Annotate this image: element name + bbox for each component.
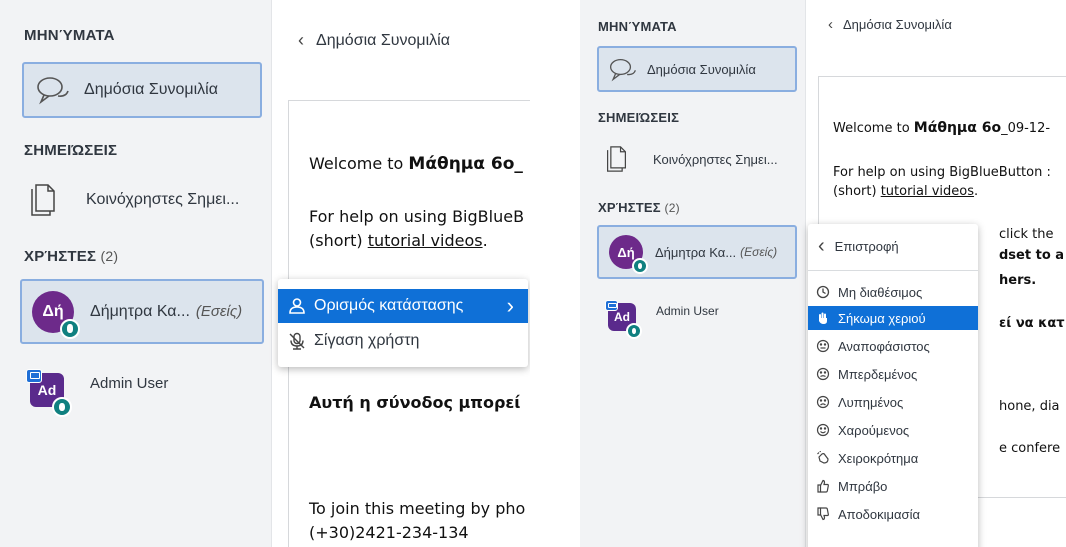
- status-undecided[interactable]: Αναποφάσιστος: [808, 334, 978, 358]
- left-chat-area: ‹ Δημόσια Συνομιλία Welcome to Μάθημα 6ο…: [272, 0, 530, 547]
- message-fragment: εί να κατ: [999, 316, 1065, 331]
- users-count: (2): [664, 201, 680, 215]
- chat-header-title: Δημόσια Συνομιλία: [843, 17, 952, 32]
- chevron-left-icon: ‹: [298, 30, 304, 50]
- thumbs-up-icon: [817, 479, 829, 493]
- status-away[interactable]: Μη διαθέσιμος: [808, 280, 978, 304]
- clapping-hands-icon: [817, 451, 829, 464]
- status-confused[interactable]: Μπερδεμένος: [808, 362, 978, 386]
- phone-message: To join this meeting by pho (+30)2421-23…: [309, 499, 526, 542]
- avatar: Δή: [609, 235, 648, 274]
- right-screenshot: ΜΗΝΎΜΑΤΑ Δημόσια Συνομιλία ΣΗΜΕΙΏΣΕΙΣ Κο…: [580, 0, 1066, 547]
- chevron-left-icon: ‹: [818, 234, 825, 257]
- back-label: Επιστροφή: [834, 238, 899, 254]
- tutorial-videos-link[interactable]: tutorial videos: [368, 231, 483, 250]
- user-item-self[interactable]: Δή Δήμητρα Κα... (Εσείς): [597, 225, 797, 279]
- set-status-label: Ορισμός κατάστασης: [314, 297, 464, 314]
- users-title: ΧΡΉΣΤΕΣ (2): [24, 248, 119, 265]
- user-item-admin[interactable]: Ad Admin User: [26, 360, 260, 420]
- status-raise-hand[interactable]: Σήκωμα χεριού: [808, 306, 978, 330]
- notes-title: ΣΗΜΕΙΏΣΕΙΣ: [598, 110, 680, 125]
- neutral-face-icon: [816, 339, 830, 353]
- chat-header-title: Δημόσια Συνομιλία: [316, 31, 450, 49]
- tutorial-videos-link[interactable]: tutorial videos: [881, 184, 974, 199]
- right-sidebar: ΜΗΝΎΜΑΤΑ Δημόσια Συνομιλία ΣΗΜΕΙΏΣΕΙΣ Κο…: [580, 0, 806, 547]
- user-name: Admin User: [656, 304, 719, 318]
- users-title: ΧΡΉΣΤΕΣ (2): [598, 200, 680, 215]
- you-label: (Εσείς): [740, 245, 778, 259]
- message-fragment: e confere: [999, 441, 1061, 456]
- message-fragment: dset to a: [999, 248, 1065, 263]
- welcome-message: Welcome to Μάθημα 6ο_09-12-: [833, 120, 1051, 136]
- sad-face-icon: [816, 395, 830, 409]
- status-happy[interactable]: Χαρούμενος: [808, 418, 978, 442]
- chat-icon: [609, 58, 636, 81]
- shared-notes-label: Κοινόχρηστες Σημει...: [653, 151, 778, 167]
- message-fragment: click the: [999, 227, 1054, 242]
- public-chat-item[interactable]: Δημόσια Συνομιλία: [597, 46, 797, 92]
- chevron-right-icon: ›: [506, 293, 514, 318]
- avatar: Δή: [32, 290, 80, 339]
- users-count: (2): [100, 248, 119, 264]
- help-message: For help on using BigBlueButton : (short…: [833, 165, 1051, 199]
- status-applause[interactable]: Χειροκρότημα: [808, 446, 978, 470]
- messages-title: ΜΗΝΎΜΑΤΑ: [598, 19, 677, 34]
- microphone-icon: [52, 397, 72, 417]
- shared-notes-label: Κοινόχρηστες Σημει...: [86, 191, 240, 208]
- shared-notes-item[interactable]: Κοινόχρηστες Σημει...: [30, 177, 265, 223]
- user-action-menu: Ορισμός κατάστασης › Σίγαση χρήστη: [278, 279, 528, 367]
- status-menu: ‹ Επιστροφή Μη διαθέσιμος Σήκωμα χεριού …: [808, 224, 978, 547]
- public-chat-label: Δημόσια Συνομιλία: [647, 61, 756, 77]
- happy-face-icon: [816, 423, 830, 437]
- thumbs-down-icon: [817, 507, 829, 521]
- you-label: (Εσείς): [195, 303, 243, 320]
- clock-icon: [816, 285, 830, 299]
- menu-divider: [808, 270, 978, 271]
- status-sad[interactable]: Λυπημένος: [808, 390, 978, 414]
- document-icon: [607, 146, 626, 172]
- set-status-menu-item[interactable]: Ορισμός κατάστασης ›: [278, 289, 528, 323]
- mic-muted-icon: [289, 332, 305, 350]
- chat-header[interactable]: ‹ Δημόσια Συνομιλία: [828, 16, 952, 33]
- message-fragment: hone, dia: [999, 399, 1060, 414]
- microphone-icon: [60, 318, 80, 339]
- shared-notes-item[interactable]: Κοινόχρηστες Σημει...: [606, 140, 801, 178]
- microphone-icon: [626, 323, 642, 339]
- confused-face-icon: [816, 367, 830, 381]
- notes-title: ΣΗΜΕΙΏΣΕΙΣ: [24, 142, 118, 159]
- message-fragment: hers.: [999, 273, 1037, 288]
- help-message: For help on using BigBlueB (short) tutor…: [309, 207, 525, 250]
- user-name: Δήμητρα Κα...: [90, 302, 190, 320]
- document-icon: [31, 184, 55, 216]
- presenter-icon: [26, 369, 42, 383]
- avatar: Ad: [26, 369, 72, 417]
- left-sidebar: ΜΗΝΎΜΑΤΑ Δημόσια Συνομιλία ΣΗΜΕΙΏΣΕΙΣ Κο…: [0, 0, 272, 547]
- user-item-admin[interactable]: Ad Admin User: [605, 292, 798, 342]
- chevron-left-icon: ‹: [828, 16, 833, 33]
- presenter-icon: [605, 300, 618, 311]
- mute-user-menu-item[interactable]: Σίγαση χρήστη: [278, 325, 528, 357]
- public-chat-label: Δημόσια Συνομιλία: [84, 81, 218, 98]
- user-item-self[interactable]: Δή Δήμητρα Κα... (Εσείς): [20, 279, 264, 344]
- messages-title: ΜΗΝΎΜΑΤΑ: [24, 27, 115, 44]
- left-screenshot: ΜΗΝΎΜΑΤΑ Δημόσια Συνομιλία ΣΗΜΕΙΏΣΕΙΣ Κο…: [0, 0, 530, 547]
- avatar: Ad: [605, 300, 642, 339]
- back-menu-item[interactable]: ‹ Επιστροφή: [808, 230, 978, 262]
- mute-user-label: Σίγαση χρήστη: [314, 332, 420, 349]
- status-thumbs-down[interactable]: Αποδοκιμασία: [808, 502, 978, 526]
- chat-header[interactable]: ‹ Δημόσια Συνομιλία: [298, 30, 450, 51]
- public-chat-item[interactable]: Δημόσια Συνομιλία: [22, 62, 262, 118]
- user-name: Admin User: [90, 375, 169, 392]
- chat-icon: [37, 77, 69, 105]
- raised-hand-icon: [819, 312, 827, 324]
- session-message: Αυτή η σύνοδος μπορεί: [309, 393, 521, 412]
- microphone-icon: [632, 258, 648, 274]
- user-icon: [289, 298, 305, 314]
- status-thumbs-up[interactable]: Μπράβο: [808, 474, 978, 498]
- welcome-message: Welcome to Μάθημα 6ο_: [309, 154, 523, 174]
- user-name: Δήμητρα Κα...: [655, 244, 737, 260]
